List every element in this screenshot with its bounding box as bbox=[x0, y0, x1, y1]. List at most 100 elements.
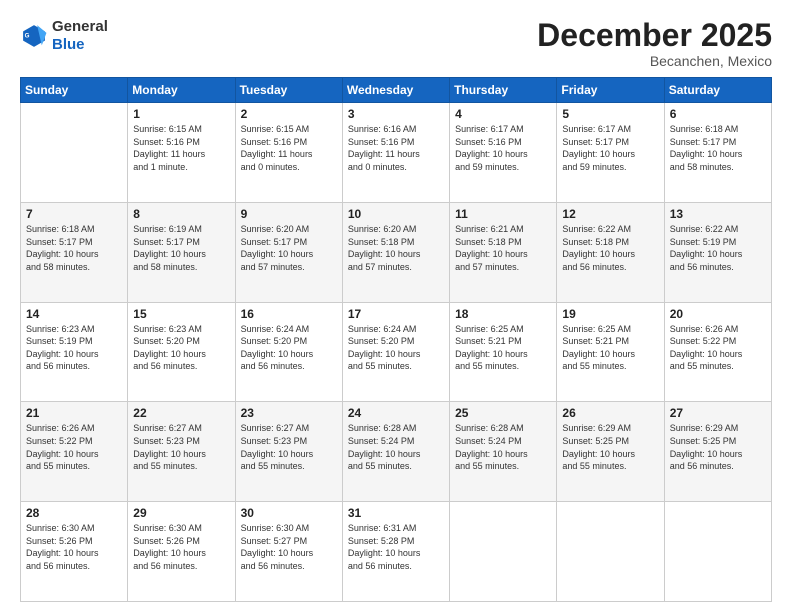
day-info: Sunrise: 6:22 AM Sunset: 5:19 PM Dayligh… bbox=[670, 223, 766, 273]
day-number: 13 bbox=[670, 207, 766, 221]
calendar-cell: 19 Sunrise: 6:25 AM Sunset: 5:21 PM Dayli… bbox=[557, 302, 664, 402]
calendar-cell: 16 Sunrise: 6:24 AM Sunset: 5:20 PM Dayli… bbox=[235, 302, 342, 402]
day-header-saturday: Saturday bbox=[664, 78, 771, 103]
week-row-2: 14Sunrise: 6:23 AM Sunset: 5:19 PM Dayli… bbox=[21, 302, 772, 402]
calendar-cell bbox=[450, 502, 557, 602]
calendar-cell: 6 Sunrise: 6:18 AM Sunset: 5:17 PM Daylig… bbox=[664, 103, 771, 203]
day-number: 3 bbox=[348, 107, 444, 121]
day-number: 28 bbox=[26, 506, 122, 520]
day-info: Sunrise: 6:21 AM Sunset: 5:18 PM Dayligh… bbox=[455, 223, 551, 273]
calendar-cell: 1 Sunrise: 6:15 AM Sunset: 5:16 PM Daylig… bbox=[128, 103, 235, 203]
day-info: Sunrise: 6:30 AM Sunset: 5:27 PM Dayligh… bbox=[241, 522, 337, 572]
day-number: 12 bbox=[562, 207, 658, 221]
calendar-cell: 31 Sunrise: 6:31 AM Sunset: 5:28 PM Dayli… bbox=[342, 502, 449, 602]
calendar-cell: 30 Sunrise: 6:30 AM Sunset: 5:27 PM Dayli… bbox=[235, 502, 342, 602]
calendar-cell: 21 Sunrise: 6:26 AM Sunset: 5:22 PM Dayli… bbox=[21, 402, 128, 502]
day-info: Sunrise: 6:24 AM Sunset: 5:20 PM Dayligh… bbox=[348, 323, 444, 373]
day-info: Sunrise: 6:24 AM Sunset: 5:20 PM Dayligh… bbox=[241, 323, 337, 373]
day-info: Sunrise: 6:30 AM Sunset: 5:26 PM Dayligh… bbox=[133, 522, 229, 572]
calendar-cell: 11 Sunrise: 6:21 AM Sunset: 5:18 PM Dayli… bbox=[450, 202, 557, 302]
day-header-friday: Friday bbox=[557, 78, 664, 103]
calendar-cell: 13 Sunrise: 6:22 AM Sunset: 5:19 PM Dayli… bbox=[664, 202, 771, 302]
day-info: Sunrise: 6:28 AM Sunset: 5:24 PM Dayligh… bbox=[348, 422, 444, 472]
calendar-cell: 7Sunrise: 6:18 AM Sunset: 5:17 PM Daylig… bbox=[21, 202, 128, 302]
day-number: 22 bbox=[133, 406, 229, 420]
calendar-cell: 23 Sunrise: 6:27 AM Sunset: 5:23 PM Dayli… bbox=[235, 402, 342, 502]
week-row-3: 21 Sunrise: 6:26 AM Sunset: 5:22 PM Dayli… bbox=[21, 402, 772, 502]
day-info: Sunrise: 6:20 AM Sunset: 5:17 PM Dayligh… bbox=[241, 223, 337, 273]
calendar-cell: 12 Sunrise: 6:22 AM Sunset: 5:18 PM Dayli… bbox=[557, 202, 664, 302]
day-number: 6 bbox=[670, 107, 766, 121]
calendar-cell: 10Sunrise: 6:20 AM Sunset: 5:18 PM Dayli… bbox=[342, 202, 449, 302]
day-number: 9 bbox=[241, 207, 337, 221]
day-number: 8 bbox=[133, 207, 229, 221]
day-number: 11 bbox=[455, 207, 551, 221]
week-row-0: 1 Sunrise: 6:15 AM Sunset: 5:16 PM Daylig… bbox=[21, 103, 772, 203]
day-info: Sunrise: 6:15 AM Sunset: 5:16 PM Dayligh… bbox=[241, 123, 337, 173]
header: G General Blue December 2025 Becanchen, … bbox=[20, 18, 772, 69]
calendar: SundayMondayTuesdayWednesdayThursdayFrid… bbox=[20, 77, 772, 602]
calendar-cell: 5Sunrise: 6:17 AM Sunset: 5:17 PM Daylig… bbox=[557, 103, 664, 203]
day-number: 18 bbox=[455, 307, 551, 321]
day-number: 20 bbox=[670, 307, 766, 321]
calendar-cell: 4 Sunrise: 6:17 AM Sunset: 5:16 PM Daylig… bbox=[450, 103, 557, 203]
day-number: 31 bbox=[348, 506, 444, 520]
calendar-cell: 8 Sunrise: 6:19 AM Sunset: 5:17 PM Daylig… bbox=[128, 202, 235, 302]
day-info: Sunrise: 6:27 AM Sunset: 5:23 PM Dayligh… bbox=[241, 422, 337, 472]
day-number: 16 bbox=[241, 307, 337, 321]
day-number: 1 bbox=[133, 107, 229, 121]
day-number: 24 bbox=[348, 406, 444, 420]
calendar-cell: 9 Sunrise: 6:20 AM Sunset: 5:17 PM Daylig… bbox=[235, 202, 342, 302]
day-number: 5 bbox=[562, 107, 658, 121]
calendar-cell: 22 Sunrise: 6:27 AM Sunset: 5:23 PM Dayli… bbox=[128, 402, 235, 502]
day-header-monday: Monday bbox=[128, 78, 235, 103]
day-info: Sunrise: 6:23 AM Sunset: 5:19 PM Dayligh… bbox=[26, 323, 122, 373]
day-info: Sunrise: 6:29 AM Sunset: 5:25 PM Dayligh… bbox=[670, 422, 766, 472]
day-header-wednesday: Wednesday bbox=[342, 78, 449, 103]
day-number: 19 bbox=[562, 307, 658, 321]
day-info: Sunrise: 6:26 AM Sunset: 5:22 PM Dayligh… bbox=[670, 323, 766, 373]
day-info: Sunrise: 6:30 AM Sunset: 5:26 PM Dayligh… bbox=[26, 522, 122, 572]
day-info: Sunrise: 6:23 AM Sunset: 5:20 PM Dayligh… bbox=[133, 323, 229, 373]
calendar-cell: 27 Sunrise: 6:29 AM Sunset: 5:25 PM Dayli… bbox=[664, 402, 771, 502]
calendar-header-row: SundayMondayTuesdayWednesdayThursdayFrid… bbox=[21, 78, 772, 103]
day-number: 10 bbox=[348, 207, 444, 221]
day-info: Sunrise: 6:16 AM Sunset: 5:16 PM Dayligh… bbox=[348, 123, 444, 173]
day-number: 15 bbox=[133, 307, 229, 321]
day-info: Sunrise: 6:26 AM Sunset: 5:22 PM Dayligh… bbox=[26, 422, 122, 472]
calendar-cell: 20 Sunrise: 6:26 AM Sunset: 5:22 PM Dayli… bbox=[664, 302, 771, 402]
day-number: 2 bbox=[241, 107, 337, 121]
day-info: Sunrise: 6:22 AM Sunset: 5:18 PM Dayligh… bbox=[562, 223, 658, 273]
week-row-4: 28 Sunrise: 6:30 AM Sunset: 5:26 PM Dayli… bbox=[21, 502, 772, 602]
day-number: 21 bbox=[26, 406, 122, 420]
day-info: Sunrise: 6:25 AM Sunset: 5:21 PM Dayligh… bbox=[562, 323, 658, 373]
day-header-sunday: Sunday bbox=[21, 78, 128, 103]
day-info: Sunrise: 6:18 AM Sunset: 5:17 PM Dayligh… bbox=[670, 123, 766, 173]
day-number: 29 bbox=[133, 506, 229, 520]
page: G General Blue December 2025 Becanchen, … bbox=[0, 0, 792, 612]
day-number: 17 bbox=[348, 307, 444, 321]
day-info: Sunrise: 6:17 AM Sunset: 5:16 PM Dayligh… bbox=[455, 123, 551, 173]
day-number: 23 bbox=[241, 406, 337, 420]
day-number: 4 bbox=[455, 107, 551, 121]
title-block: December 2025 Becanchen, Mexico bbox=[537, 18, 772, 69]
logo-text: General Blue bbox=[52, 18, 108, 54]
day-info: Sunrise: 6:28 AM Sunset: 5:24 PM Dayligh… bbox=[455, 422, 551, 472]
calendar-cell bbox=[664, 502, 771, 602]
day-info: Sunrise: 6:31 AM Sunset: 5:28 PM Dayligh… bbox=[348, 522, 444, 572]
week-row-1: 7Sunrise: 6:18 AM Sunset: 5:17 PM Daylig… bbox=[21, 202, 772, 302]
logo: G General Blue bbox=[20, 18, 108, 54]
svg-text:G: G bbox=[25, 33, 30, 40]
day-header-tuesday: Tuesday bbox=[235, 78, 342, 103]
day-number: 7 bbox=[26, 207, 122, 221]
calendar-cell: 24 Sunrise: 6:28 AM Sunset: 5:24 PM Dayli… bbox=[342, 402, 449, 502]
day-number: 26 bbox=[562, 406, 658, 420]
day-number: 27 bbox=[670, 406, 766, 420]
day-number: 25 bbox=[455, 406, 551, 420]
calendar-cell: 14Sunrise: 6:23 AM Sunset: 5:19 PM Dayli… bbox=[21, 302, 128, 402]
day-info: Sunrise: 6:27 AM Sunset: 5:23 PM Dayligh… bbox=[133, 422, 229, 472]
day-info: Sunrise: 6:15 AM Sunset: 5:16 PM Dayligh… bbox=[133, 123, 229, 173]
day-info: Sunrise: 6:19 AM Sunset: 5:17 PM Dayligh… bbox=[133, 223, 229, 273]
calendar-cell: 25 Sunrise: 6:28 AM Sunset: 5:24 PM Dayli… bbox=[450, 402, 557, 502]
day-number: 30 bbox=[241, 506, 337, 520]
